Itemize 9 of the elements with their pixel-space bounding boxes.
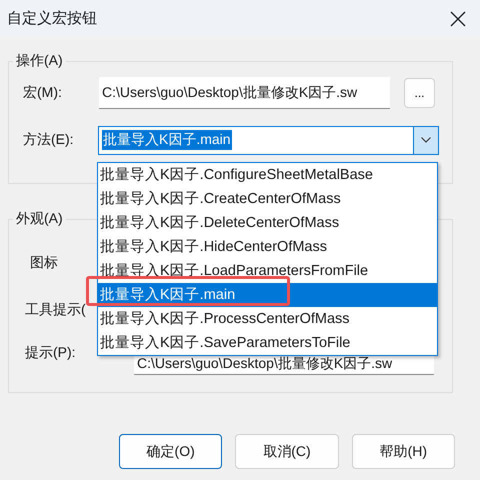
window-title: 自定义宏按钮	[7, 9, 97, 28]
selected-text: 批量导入K因子.main	[102, 130, 232, 150]
field-label: 工具提示(	[25, 301, 86, 319]
group-label: 外观(A)	[15, 210, 64, 228]
field-label: 宏(M):	[23, 84, 63, 102]
field-label: 提示(P):	[25, 344, 77, 362]
group-label: 操作(A)	[15, 52, 64, 70]
field-label: 方法(E):	[23, 131, 75, 149]
field-label: 图标	[30, 254, 58, 272]
